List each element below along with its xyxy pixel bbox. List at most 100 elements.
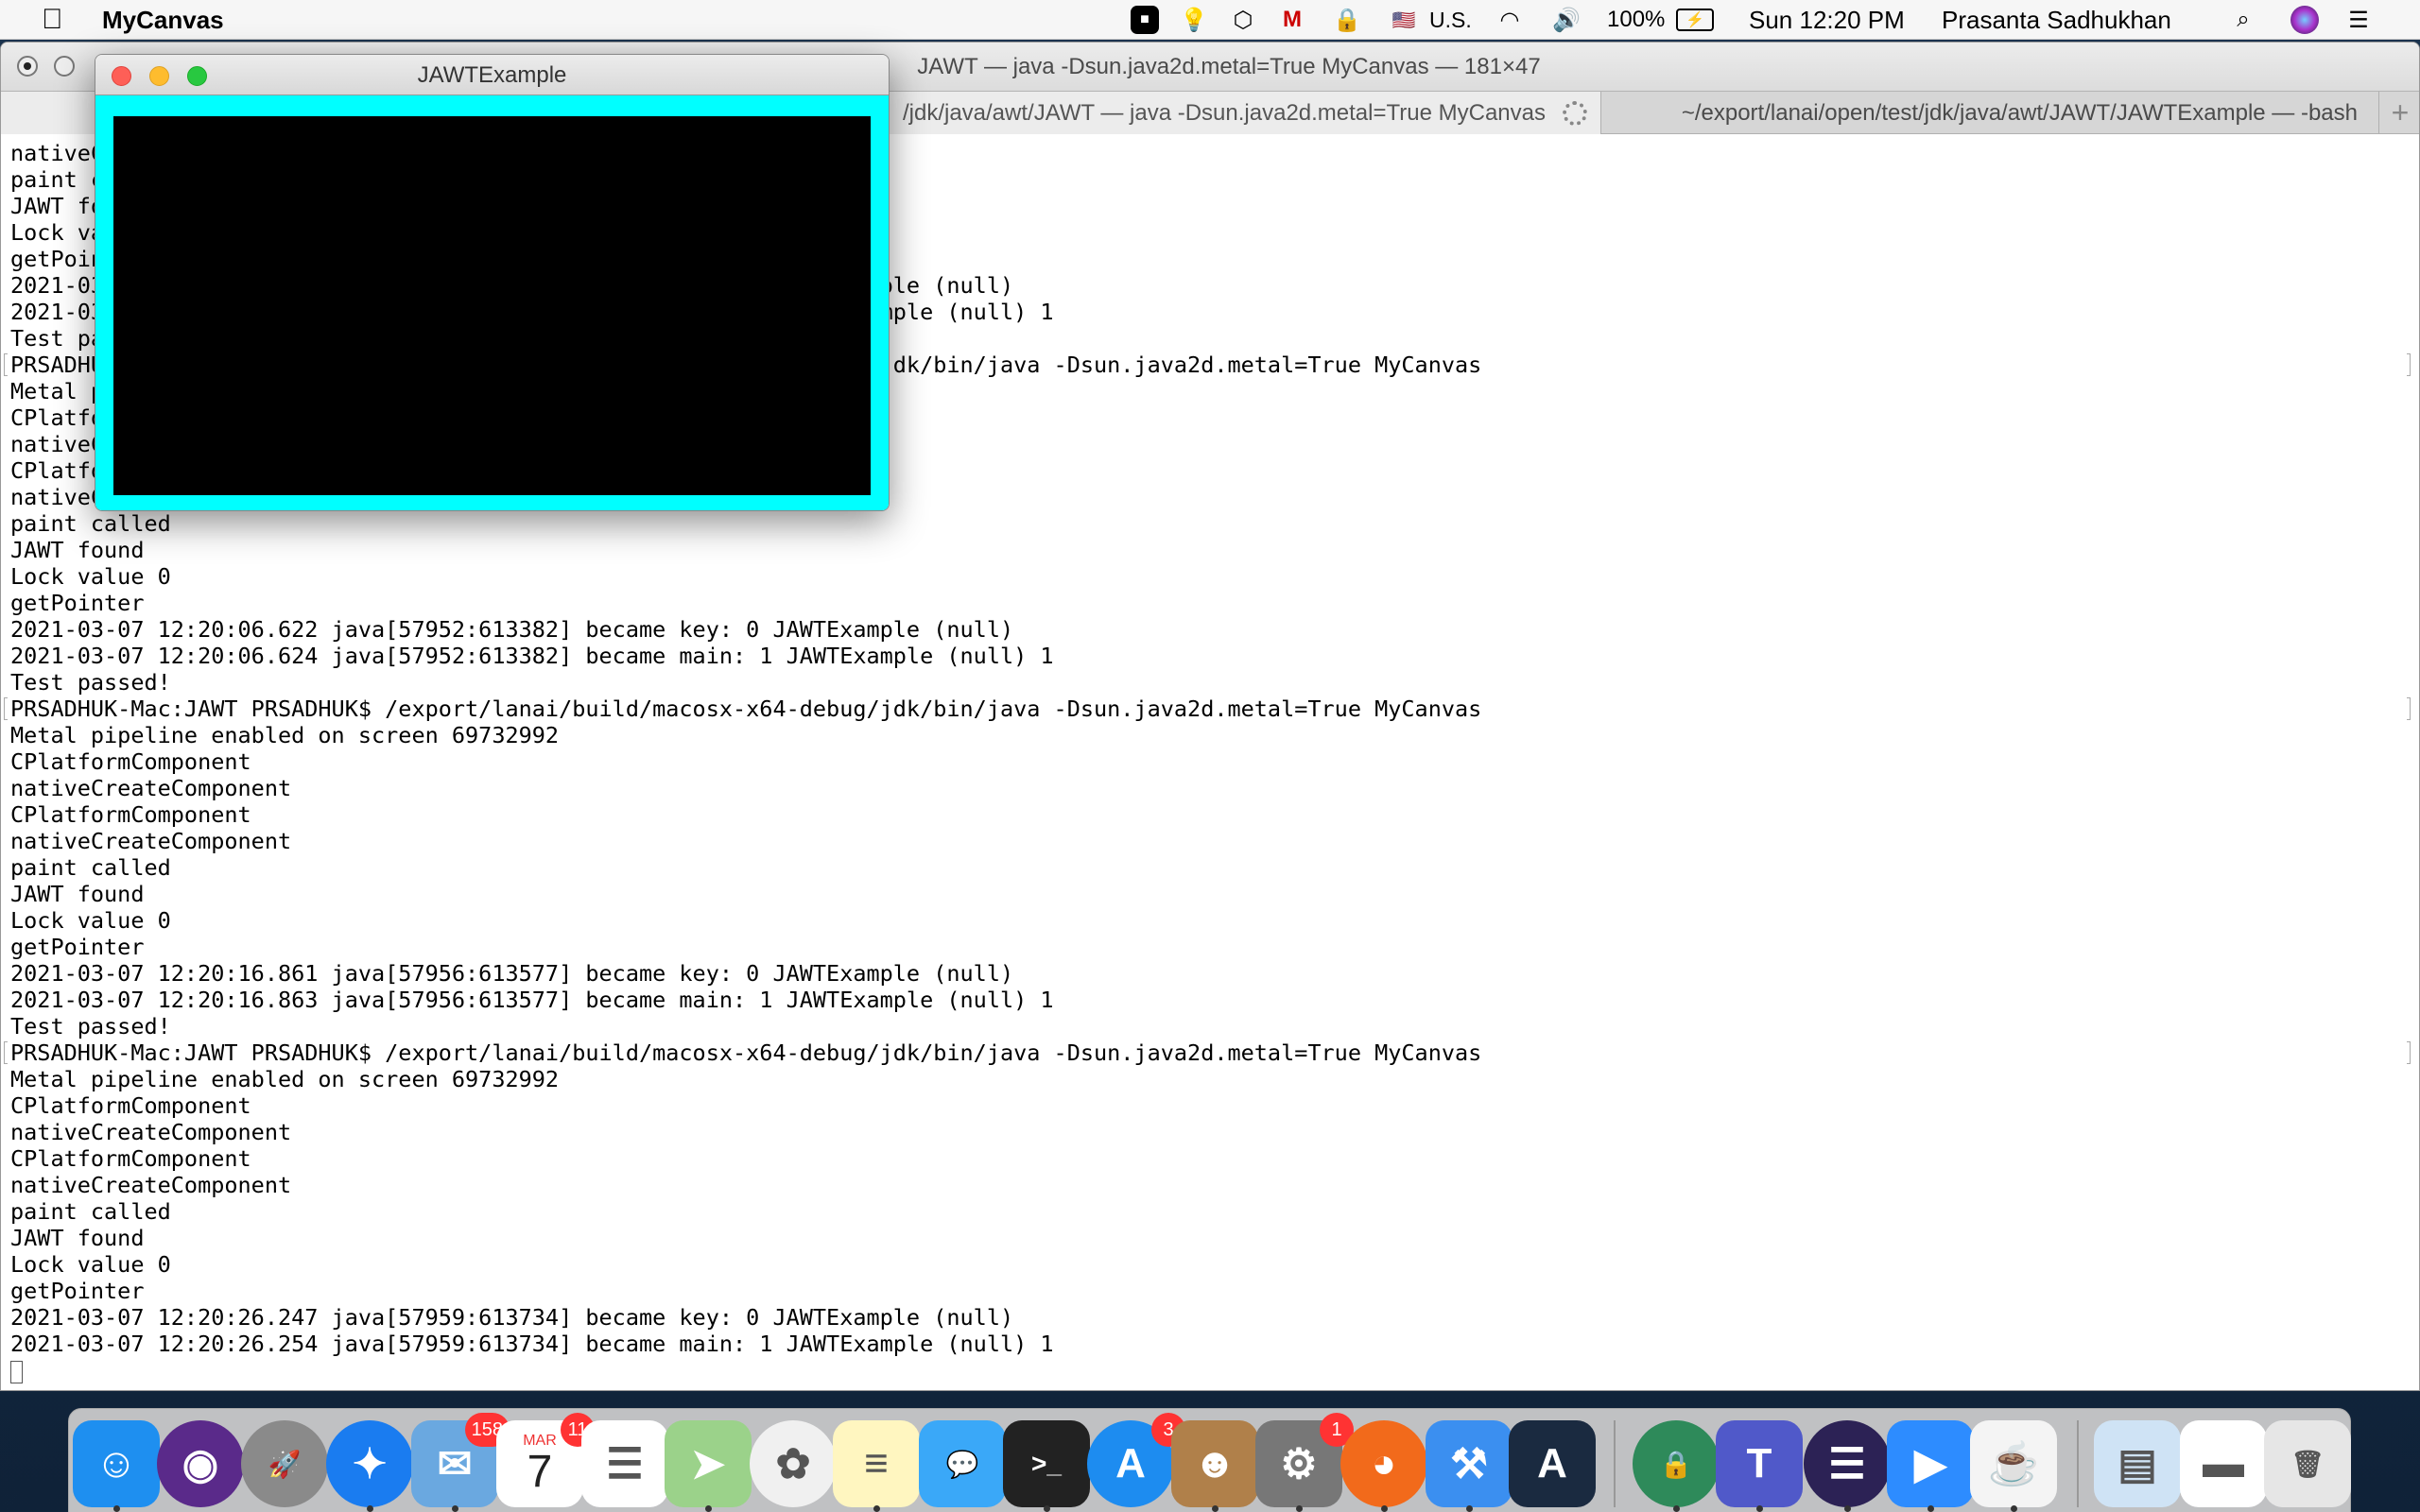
- notification-center-icon[interactable]: ☰: [2344, 6, 2373, 34]
- apple-icon[interactable]: : [42, 0, 63, 40]
- volume-icon[interactable]: 🔊: [1552, 6, 1581, 34]
- canvas[interactable]: [113, 116, 871, 495]
- terminal-line: CPlatformComponent: [10, 1145, 2419, 1172]
- system-preferences-icon[interactable]: ⚙1: [1255, 1420, 1342, 1507]
- terminal-line: nativeCreateComponent: [10, 1172, 2419, 1198]
- app-glyph: ✿: [776, 1440, 811, 1488]
- spotlight-search-icon[interactable]: ⌕: [2229, 6, 2257, 34]
- user-name[interactable]: Prasanta Sadhukhan: [1942, 0, 2171, 40]
- app-glyph: ➤: [691, 1440, 726, 1488]
- messages-icon[interactable]: 💬: [919, 1420, 1006, 1507]
- terminal-line: Test passed!: [10, 1013, 2419, 1040]
- running-indicator: [1844, 1505, 1851, 1512]
- jawt-title-bar[interactable]: JAWTExample: [95, 55, 889, 95]
- minimize-button[interactable]: [149, 66, 169, 86]
- running-indicator: [1466, 1505, 1473, 1512]
- maps-icon[interactable]: ➤: [665, 1420, 752, 1507]
- running-indicator: [113, 1505, 120, 1512]
- running-indicator: [1381, 1505, 1388, 1512]
- loading-spinner-icon: [1563, 101, 1587, 126]
- running-indicator: [367, 1505, 373, 1512]
- mcafee-icon[interactable]: M: [1278, 6, 1306, 34]
- notes-icon[interactable]: ≡: [833, 1420, 920, 1507]
- terminal-line: 2021-03-07 12:20:06.622 java[57952:61338…: [10, 616, 2419, 643]
- terminal-line: CPlatformComponent: [10, 801, 2419, 828]
- terminal-line: nativeCreateComponent: [10, 775, 2419, 801]
- terminal-line: 2021-03-07 12:20:26.254 java[57959:61373…: [10, 1331, 2419, 1357]
- terminal-line: nativeCreateComponent: [10, 828, 2419, 854]
- cisco-anyconnect-icon[interactable]: 🔒: [1633, 1420, 1720, 1507]
- tab-bash[interactable]: ~/export/lanai/open/test/jdk/java/awt/JA…: [1601, 92, 2378, 134]
- running-indicator: [1673, 1505, 1680, 1512]
- app-glyph: ◉: [182, 1440, 218, 1488]
- downloads-folder-icon[interactable]: ▤: [2094, 1420, 2181, 1507]
- trash-icon[interactable]: 🗑: [2264, 1420, 2351, 1507]
- terminal-line: CPlatformComponent: [10, 748, 2419, 775]
- siri-icon[interactable]: [2290, 6, 2319, 34]
- terminal-line: paint called: [10, 510, 2419, 537]
- tab-label: ~/export/lanai/open/test/jdk/java/awt/JA…: [1682, 100, 2358, 126]
- app-glyph: ⚙: [1280, 1440, 1317, 1488]
- running-indicator: [1756, 1505, 1763, 1512]
- dock-separator: [1614, 1420, 1616, 1507]
- app-glyph: ☰: [606, 1440, 643, 1488]
- app-glyph: >_: [1031, 1449, 1062, 1479]
- app-glyph: ☕: [1988, 1439, 2040, 1488]
- dock: ☺◉🚀✦✉158MAR711☰➤✿≡💬>_A3☻⚙1◕⚒A🔒T☰▶☕▤▬🗑: [68, 1408, 2351, 1512]
- app-status-icon[interactable]: ⬡: [1229, 6, 1257, 34]
- menu-bar:  MyCanvas ■ 💡 ⬡ M 🔒 🇺🇸 U.S. ◠ 🔊 100% ⚡ …: [0, 0, 2420, 40]
- zoom-button[interactable]: [187, 66, 207, 86]
- photos-icon[interactable]: ✿: [750, 1420, 837, 1507]
- new-tab-button[interactable]: +: [2378, 92, 2420, 134]
- app-glyph: ☻: [1193, 1440, 1236, 1487]
- running-indicator: [705, 1505, 712, 1512]
- terminal-line: JAWT found: [10, 537, 2419, 563]
- wifi-icon[interactable]: ◠: [1495, 6, 1524, 34]
- app-glyph: A: [1115, 1440, 1146, 1487]
- terminal-line: PRSADHUK-Mac:JAWT PRSADHUK$ /export/lana…: [10, 696, 2419, 722]
- lightbulb-icon[interactable]: 💡: [1180, 6, 1208, 34]
- reminders-icon[interactable]: ☰: [581, 1420, 668, 1507]
- calendar-day: 7: [527, 1450, 553, 1495]
- app-glyph: A: [1537, 1440, 1567, 1487]
- siri-icon[interactable]: ◉: [157, 1420, 244, 1507]
- calendar-icon[interactable]: MAR711: [496, 1420, 583, 1507]
- terminal-line: PRSADHUK-Mac:JAWT PRSADHUK$ /export/lana…: [10, 1040, 2419, 1066]
- clock[interactable]: Sun 12:20 PM: [1749, 0, 1905, 40]
- terminal-line: Lock value 0: [10, 907, 2419, 934]
- terminal-line: getPointer: [10, 1278, 2419, 1304]
- terminal-line: Metal pipeline enabled on screen 6973299…: [10, 722, 2419, 748]
- terminal-line: 2021-03-07 12:20:16.863 java[57956:61357…: [10, 987, 2419, 1013]
- close-button[interactable]: [112, 66, 131, 86]
- document-thumbnail-icon[interactable]: ▬: [2180, 1420, 2267, 1507]
- instruments-icon[interactable]: A: [1509, 1420, 1596, 1507]
- eclipse-icon[interactable]: ☰: [1804, 1420, 1891, 1507]
- launchpad-icon[interactable]: 🚀: [241, 1420, 328, 1507]
- safari-icon[interactable]: ✦: [326, 1420, 413, 1507]
- finder-icon[interactable]: ☺: [73, 1420, 160, 1507]
- app-menu-name[interactable]: MyCanvas: [102, 0, 224, 40]
- vpn-lock-icon[interactable]: 🔒: [1333, 6, 1361, 34]
- teams-icon[interactable]: T: [1716, 1420, 1803, 1507]
- terminal-line: CPlatformComponent: [10, 1092, 2419, 1119]
- terminal-line: Lock value 0: [10, 1251, 2419, 1278]
- firefox-icon[interactable]: ◕: [1340, 1420, 1427, 1507]
- java-icon[interactable]: ☕: [1970, 1420, 2057, 1507]
- zoom-icon[interactable]: ■: [1131, 6, 1159, 34]
- contacts-icon[interactable]: ☻: [1171, 1420, 1258, 1507]
- terminal-icon[interactable]: >_: [1003, 1420, 1090, 1507]
- app-glyph: ⚒: [1450, 1440, 1487, 1488]
- battery-percent[interactable]: 100%: [1607, 0, 1665, 40]
- zoom-app-icon[interactable]: ▶: [1887, 1420, 1974, 1507]
- xcode-icon[interactable]: ⚒: [1426, 1420, 1512, 1507]
- terminal-prompt-line[interactable]: [10, 1357, 2419, 1383]
- battery-charging-icon[interactable]: ⚡: [1676, 9, 1714, 31]
- running-indicator: [452, 1505, 458, 1512]
- app-glyph: ✦: [353, 1440, 388, 1488]
- app-store-icon[interactable]: A3: [1087, 1420, 1174, 1507]
- mail-icon[interactable]: ✉158: [411, 1420, 498, 1507]
- us-flag-icon[interactable]: 🇺🇸: [1390, 6, 1418, 34]
- app-glyph: ▤: [2118, 1440, 2157, 1488]
- terminal-line: paint called: [10, 854, 2419, 881]
- input-source-label[interactable]: U.S.: [1429, 0, 1472, 40]
